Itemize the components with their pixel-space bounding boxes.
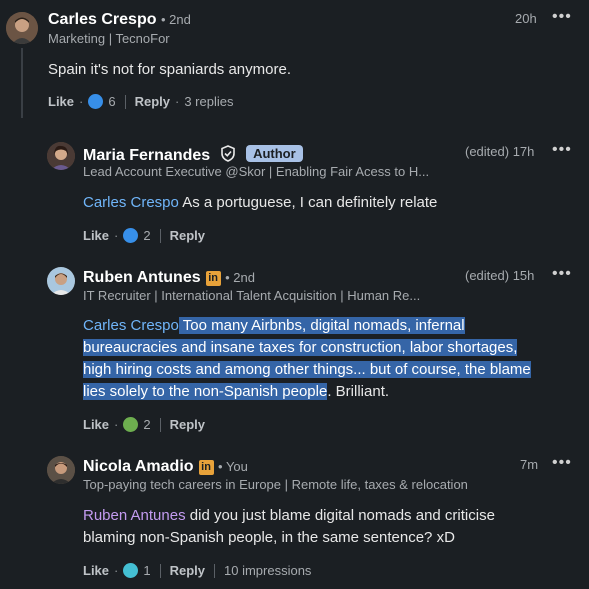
highlighted-text: bureaucracies and insane taxes for const… — [83, 339, 518, 356]
connection-degree: • 2nd — [160, 12, 191, 27]
mention-link[interactable]: Carles Crespo — [83, 317, 179, 334]
linkedin-premium-icon: in — [205, 271, 221, 286]
like-button[interactable]: Like — [48, 94, 74, 109]
author-name[interactable]: Carles Crespo • 2nd — [48, 11, 191, 29]
author-headline: Lead Account Executive @Skor | Enabling … — [83, 164, 430, 179]
avatar[interactable] — [47, 456, 75, 484]
highlighted-text: Too many Airbnbs, digital nomads, infern… — [178, 317, 465, 334]
reaction-count[interactable]: 6 — [108, 94, 115, 109]
comment-actions: Like · 2 Reply — [83, 417, 205, 432]
more-options-icon[interactable]: ••• — [552, 8, 572, 26]
timestamp: 7m — [520, 457, 539, 472]
like-button[interactable]: Like — [83, 228, 109, 243]
divider — [214, 563, 215, 578]
avatar[interactable] — [6, 12, 38, 44]
more-options-icon[interactable]: ••• — [552, 265, 572, 283]
author-name-text[interactable]: Carles Crespo — [48, 11, 157, 28]
divider — [159, 228, 161, 243]
separator-dot: · — [114, 417, 119, 432]
mention-link[interactable]: Carles Crespo — [83, 194, 179, 211]
support-reaction-icon[interactable] — [123, 417, 139, 432]
comment-line: bureaucracies and insane taxes for const… — [83, 337, 583, 359]
author-headline: Top-paying tech careers in Europe | Remo… — [83, 477, 468, 492]
reply-button[interactable]: Reply — [135, 94, 170, 109]
reply-button[interactable]: Reply — [170, 563, 205, 578]
comment-actions: Like · 1 Reply 10 impressions — [83, 563, 311, 578]
like-reaction-icon[interactable] — [88, 94, 104, 109]
connection-degree: • 2nd — [225, 270, 255, 285]
reaction-count[interactable]: 2 — [143, 228, 150, 243]
separator-dot: · — [175, 94, 180, 109]
impressions-count[interactable]: 10 impressions — [224, 563, 311, 578]
separator-dot: · — [114, 228, 119, 243]
comment-text: Carles Crespo As a portuguese, I can def… — [83, 192, 437, 214]
degree-text: 2nd — [233, 270, 255, 285]
timestamp: (edited) 15h — [465, 268, 535, 283]
comment-line: blaming non-Spanish people, in the same … — [83, 529, 455, 546]
like-button[interactable]: Like — [83, 563, 109, 578]
avatar[interactable] — [47, 142, 75, 170]
reply-button[interactable]: Reply — [170, 417, 205, 432]
comment-text: Spain it's not for spaniards anymore. — [48, 61, 291, 78]
thread-line — [21, 48, 23, 118]
timestamp: 20h — [515, 11, 537, 26]
divider — [159, 563, 161, 578]
author-name-text[interactable]: Nicola Amadio — [83, 458, 194, 475]
like-button[interactable]: Like — [83, 417, 109, 432]
author-headline: Marketing | TecnoFor — [48, 31, 170, 46]
more-options-icon[interactable]: ••• — [552, 454, 572, 472]
separator-dot: · — [79, 94, 84, 109]
timestamp: (edited) 17h — [465, 144, 535, 159]
reaction-count[interactable]: 1 — [143, 563, 150, 578]
more-options-icon[interactable]: ••• — [552, 141, 572, 159]
divider — [159, 417, 161, 432]
mention-link[interactable]: Ruben Antunes — [83, 507, 186, 524]
highlighted-text: high hiring costs and among other things… — [83, 361, 531, 378]
replies-count[interactable]: 3 replies — [184, 94, 233, 109]
text-line-1: Too many Airbnbs, digital nomads, infern… — [182, 317, 465, 334]
comment-text: Carles Crespo Too many Airbnbs, digital … — [83, 315, 583, 403]
text-line-1: did you just blame digital nomads and cr… — [189, 507, 495, 524]
author-name[interactable]: Nicola Amadio in • You — [83, 458, 248, 476]
comment-line: Carles Crespo Too many Airbnbs, digital … — [83, 315, 583, 337]
comment-line: high hiring costs and among other things… — [83, 359, 583, 381]
reaction-count[interactable]: 2 — [143, 417, 150, 432]
comment-text: Ruben Antunes did you just blame digital… — [83, 505, 583, 549]
author-name[interactable]: Ruben Antunes in • 2nd — [83, 269, 255, 287]
divider — [124, 94, 126, 109]
author-name-text[interactable]: Maria Fernandes — [83, 147, 210, 164]
author-name-text[interactable]: Ruben Antunes — [83, 269, 201, 286]
reply-button[interactable]: Reply — [170, 228, 205, 243]
comment-actions: Like · 6 Reply · 3 replies — [48, 94, 233, 109]
comment-line: Ruben Antunes did you just blame digital… — [83, 505, 583, 527]
avatar[interactable] — [47, 267, 75, 295]
author-headline: IT Recruiter | International Talent Acqu… — [83, 288, 421, 303]
connection-degree: • You — [218, 459, 248, 474]
degree-text: 2nd — [169, 12, 191, 27]
degree-text: You — [225, 459, 248, 474]
separator-dot: · — [114, 563, 119, 578]
comment-line: lies solely to the non-Spanish people. B… — [83, 381, 583, 403]
comment-actions: Like · 2 Reply — [83, 228, 205, 243]
like-reaction-icon[interactable] — [123, 228, 139, 243]
author-badge: Author — [246, 145, 303, 162]
linkedin-premium-icon: in — [198, 460, 214, 475]
text-line-4-rest: . Brilliant. — [327, 383, 390, 400]
comment-body: As a portuguese, I can definitely relate — [182, 194, 438, 211]
highlighted-text: lies solely to the non-Spanish people — [83, 383, 328, 400]
funny-reaction-icon[interactable] — [123, 563, 139, 578]
